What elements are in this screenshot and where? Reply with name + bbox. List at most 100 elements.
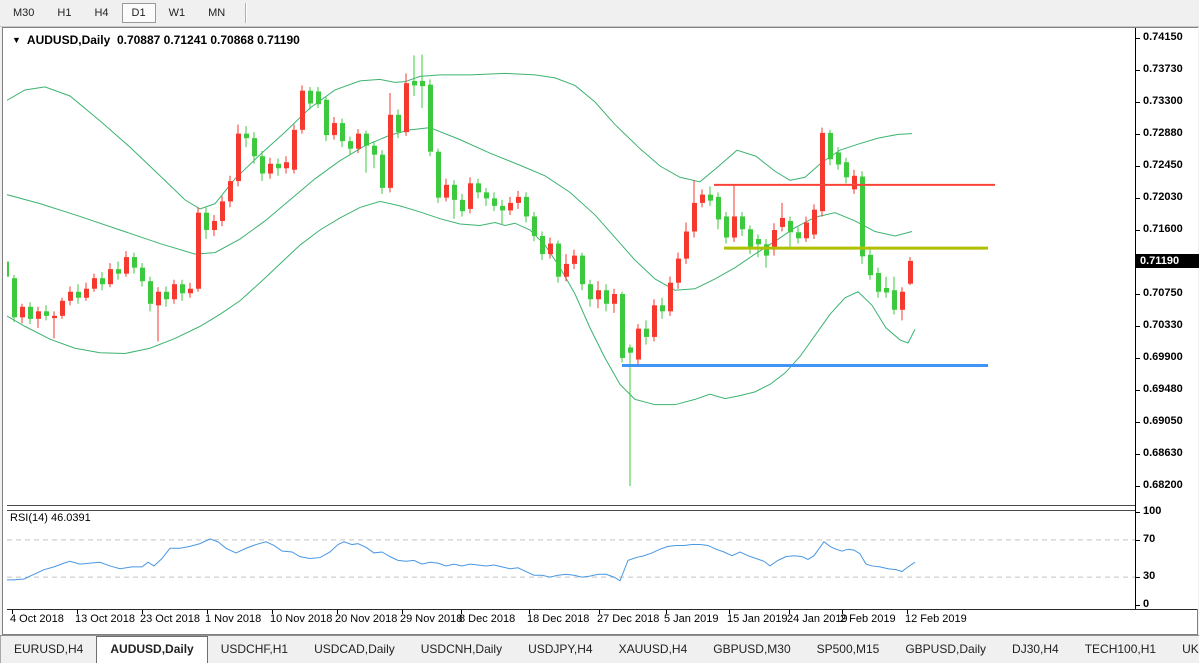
bollinger-lower-band — [7, 201, 915, 404]
candle-body — [556, 244, 561, 277]
candle-body — [468, 183, 473, 209]
price-tick-mark — [1136, 230, 1140, 231]
candle-body — [404, 83, 409, 132]
chart-tabbar: EURUSD,H4AUDUSD,DailyUSDCHF,H1USDCAD,Dai… — [0, 635, 1199, 663]
candle-body — [60, 301, 65, 316]
candle-body — [300, 91, 305, 130]
chart-bottom-axis-line — [7, 609, 1197, 610]
chart-tab-uko[interactable]: UKO — [1169, 636, 1199, 663]
rsi-tick-label: 70 — [1143, 533, 1155, 545]
price-tick-label: 0.72450 — [1143, 159, 1183, 171]
candle-body — [868, 255, 873, 275]
candle-body — [908, 261, 913, 284]
price-tick-label: 0.69050 — [1143, 415, 1183, 427]
timeframe-button-m30[interactable]: M30 — [3, 3, 44, 23]
price-chart-pane[interactable] — [7, 29, 1135, 507]
candle-body — [732, 216, 737, 237]
candle-body — [652, 305, 657, 337]
candle-body — [204, 213, 209, 230]
candle-body — [588, 284, 593, 299]
candle-body — [444, 185, 449, 198]
candle-body — [684, 232, 689, 259]
candle-body — [292, 130, 297, 170]
price-tick-label: 0.73730 — [1143, 63, 1183, 75]
candle-body — [244, 134, 249, 139]
chart-tab-usdcnh-daily[interactable]: USDCNH,Daily — [408, 636, 515, 663]
candle-body — [36, 311, 41, 319]
price-tick-label: 0.73300 — [1143, 95, 1183, 107]
candle-body — [196, 213, 201, 289]
candle-body — [44, 311, 49, 316]
chart-tab-eurusd-h4[interactable]: EURUSD,H4 — [1, 636, 96, 663]
price-tick-label: 0.69900 — [1143, 351, 1183, 363]
price-tick-mark — [1136, 358, 1140, 359]
timeframe-button-w1[interactable]: W1 — [159, 3, 196, 23]
rsi-pane[interactable] — [7, 509, 1135, 609]
toolbar-separator — [245, 3, 247, 23]
candle-body — [780, 218, 785, 227]
candle-body — [900, 292, 905, 310]
candle-body — [564, 264, 569, 277]
candle-body — [316, 91, 321, 104]
date-tick-label: 18 Dec 2018 — [527, 613, 589, 625]
candle-body — [844, 162, 849, 177]
timeframe-button-mn[interactable]: MN — [198, 3, 235, 23]
timeframe-button-h1[interactable]: H1 — [47, 3, 81, 23]
candle-body — [532, 216, 537, 236]
chart-tab-tech100-h1[interactable]: TECH100,H1 — [1072, 636, 1169, 663]
chart-tab-sp500-m15[interactable]: SP500,M15 — [804, 636, 893, 663]
price-tick-mark — [1136, 198, 1140, 199]
rsi-tick-mark — [1136, 540, 1140, 541]
candle-body — [836, 152, 841, 164]
candle-body — [604, 290, 609, 304]
timeframe-button-d1[interactable]: D1 — [122, 3, 156, 23]
candle-body — [692, 203, 697, 232]
timeframe-button-h4[interactable]: H4 — [84, 3, 118, 23]
rsi-tick-mark — [1136, 577, 1140, 578]
candle-body — [132, 257, 137, 268]
chart-tab-gbpusd-daily[interactable]: GBPUSD,Daily — [892, 636, 999, 663]
candle-body — [92, 278, 97, 289]
chart-tab-usdjpy-h4[interactable]: USDJPY,H4 — [515, 636, 605, 663]
chart-tab-audusd-daily[interactable]: AUDUSD,Daily — [96, 636, 207, 663]
chart-tab-usdchf-h1[interactable]: USDCHF,H1 — [208, 636, 301, 663]
candle-body — [492, 198, 497, 206]
price-tick-label: 0.68200 — [1143, 479, 1183, 491]
candle-body — [820, 133, 825, 211]
price-tick-mark — [1136, 422, 1140, 423]
candle-body — [804, 222, 809, 238]
chart-ohlc-values: 0.70887 0.71241 0.70868 0.71190 — [117, 33, 300, 47]
date-tick-label: 24 Jan 2019 — [787, 613, 848, 625]
candle-body — [52, 316, 57, 318]
bollinger-upper-band — [7, 73, 912, 209]
chart-tab-xauusd-h4[interactable]: XAUUSD,H4 — [606, 636, 701, 663]
price-tick-label: 0.71600 — [1143, 223, 1183, 235]
candle-body — [764, 244, 769, 255]
chart-tab-dj30-h4[interactable]: DJ30,H4 — [999, 636, 1072, 663]
price-tick-label: 0.70750 — [1143, 287, 1183, 299]
candle-body — [188, 289, 193, 294]
candle-body — [676, 259, 681, 283]
price-tick-mark — [1136, 294, 1140, 295]
chart-tab-gbpusd-m30[interactable]: GBPUSD,M30 — [700, 636, 803, 663]
chart-tab-usdcad-daily[interactable]: USDCAD,Daily — [301, 636, 408, 663]
price-tick-label: 0.69480 — [1143, 383, 1183, 395]
candle-body — [68, 292, 73, 301]
date-tick-label: 8 Dec 2018 — [459, 613, 515, 625]
candle-body — [548, 244, 553, 255]
candle-body — [412, 81, 417, 86]
candle-body — [100, 278, 105, 284]
price-tick-label: 0.70330 — [1143, 319, 1183, 331]
candle-body — [228, 181, 233, 201]
candle-body — [596, 290, 601, 299]
candle-body — [620, 294, 625, 358]
rsi-tick-label: 30 — [1143, 570, 1155, 582]
chart-symbol-dropdown-icon: ▼ — [12, 35, 21, 45]
candle-body — [812, 210, 817, 235]
candle-body — [28, 307, 33, 319]
candle-body — [580, 256, 585, 285]
rsi-name: RSI(14) — [10, 512, 48, 524]
candle-body — [284, 162, 289, 168]
date-tick-label: 12 Feb 2019 — [905, 613, 967, 625]
candle-body — [660, 305, 665, 311]
